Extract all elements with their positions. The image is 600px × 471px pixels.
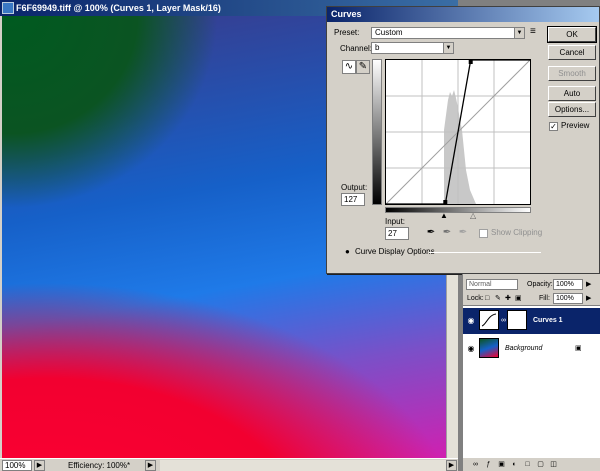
horizontal-scrollbar[interactable] xyxy=(160,460,446,471)
auto-button[interactable]: Auto xyxy=(548,86,596,101)
channel-label: Channel: xyxy=(340,44,373,53)
preset-value: Custom xyxy=(375,28,403,37)
eye-icon[interactable]: ◉ xyxy=(466,344,476,354)
lock-image-icon[interactable]: ✎ xyxy=(495,293,501,304)
background-thumbnail xyxy=(479,338,499,358)
new-adjustment-icon[interactable]: ◐ xyxy=(508,458,521,471)
display-options-divider xyxy=(429,252,541,253)
preset-label: Preset: xyxy=(334,28,360,37)
lock-icon: ▣ xyxy=(575,345,582,352)
curve-control-point-1[interactable] xyxy=(443,200,448,204)
layer-style-icon[interactable]: ƒ xyxy=(482,458,495,471)
eye-icon[interactable]: ◉ xyxy=(466,316,476,326)
document-title: F6F69949.tiff @ 100% (Curves 1, Layer Ma… xyxy=(16,3,221,13)
output-label: Output: xyxy=(341,183,368,192)
show-clipping-label: Show Clipping xyxy=(491,228,543,237)
input-field[interactable]: 27 xyxy=(385,227,409,240)
channel-value: b xyxy=(375,43,380,52)
curves-adjustment-icon xyxy=(479,310,499,330)
expand-options-icon[interactable]: ● xyxy=(345,247,350,257)
lock-all-icon[interactable]: ▣ xyxy=(515,293,522,304)
layers-footer: ∞ ƒ ▣ ◐ □ ▢ ◫ xyxy=(463,457,600,471)
layer-row-curves-1[interactable]: ◉ ∞ Curves 1 xyxy=(463,308,600,334)
output-gradient-bar xyxy=(372,59,382,205)
opacity-arrow-icon[interactable]: ▶ xyxy=(586,279,591,290)
layer-link-icon[interactable]: ∞ xyxy=(501,315,506,326)
curves-graph-svg xyxy=(385,59,531,205)
opacity-field[interactable]: 100% xyxy=(553,279,583,290)
curves-graph[interactable] xyxy=(385,59,531,205)
link-layers-icon[interactable]: ∞ xyxy=(469,458,482,471)
new-group-icon[interactable]: □ xyxy=(521,458,534,471)
white-eyedropper-icon[interactable]: ✒ xyxy=(457,227,469,239)
input-gradient-bar xyxy=(385,207,531,213)
chevron-down-icon: ▼ xyxy=(443,43,453,53)
fill-label: Fill: xyxy=(539,295,550,302)
layers-panel: Normal Opacity: 100% ▶ Lock: □ ✎ ✚ ▣ Fil… xyxy=(462,274,600,471)
gray-eyedropper-icon[interactable]: ✒ xyxy=(441,227,453,239)
cancel-button[interactable]: Cancel xyxy=(548,45,596,60)
layer-name: Background xyxy=(505,345,543,352)
curves-dialog: Curves Preset: Custom ▼ ≡ Channel: b ▼ ∿… xyxy=(326,6,600,274)
curve-point-tool-icon[interactable]: ∿ xyxy=(342,60,356,74)
efficiency-readout: Efficiency: 100%* xyxy=(68,461,131,470)
layers-list: ◉ ∞ Curves 1 ◉ Background ▣ xyxy=(463,305,600,457)
opacity-label: Opacity: xyxy=(527,281,553,288)
show-clipping-checkbox[interactable] xyxy=(479,229,488,238)
blend-mode-select[interactable]: Normal xyxy=(466,279,518,290)
black-eyedropper-icon[interactable]: ✒ xyxy=(425,227,437,239)
fill-arrow-icon[interactable]: ▶ xyxy=(586,293,591,304)
ok-button[interactable]: OK xyxy=(547,26,597,43)
preset-options-icon[interactable]: ≡ xyxy=(530,27,536,37)
channel-select[interactable]: b ▼ xyxy=(371,42,454,54)
scroll-right-arrow-icon[interactable]: ▶ xyxy=(446,460,457,471)
layer-name: Curves 1 xyxy=(533,317,563,324)
lock-position-icon[interactable]: ✚ xyxy=(505,293,511,304)
curve-control-point-2[interactable] xyxy=(468,60,473,64)
output-field[interactable]: 127 xyxy=(341,193,365,206)
fill-field[interactable]: 100% xyxy=(553,293,583,304)
photoshop-doc-icon xyxy=(2,2,14,14)
layer-mask-thumbnail[interactable] xyxy=(507,310,527,330)
layer-row-background[interactable]: ◉ Background ▣ xyxy=(463,336,600,362)
lock-transparency-icon[interactable]: □ xyxy=(485,293,489,304)
zoom-level-field[interactable]: 100% xyxy=(2,460,32,471)
black-point-slider-icon[interactable]: ▲ xyxy=(440,211,448,221)
input-label: Input: xyxy=(385,217,406,226)
preview-checkbox[interactable]: ✓ xyxy=(549,122,558,131)
trash-icon[interactable]: ◫ xyxy=(547,458,560,471)
curves-adjustment-glyph xyxy=(481,313,497,327)
curves-dialog-title[interactable]: Curves xyxy=(327,7,599,22)
preset-select[interactable]: Custom ▼ xyxy=(371,27,525,39)
white-point-slider-icon[interactable]: △ xyxy=(470,211,476,221)
options-button[interactable]: Options... xyxy=(548,102,596,117)
status-menu-icon[interactable]: ▶ xyxy=(34,460,45,471)
curve-display-options-label[interactable]: Curve Display Options xyxy=(355,247,435,257)
status-info-arrow-icon[interactable]: ▶ xyxy=(145,460,156,471)
new-layer-icon[interactable]: ▢ xyxy=(534,458,547,471)
lock-label: Lock: xyxy=(467,295,484,302)
add-mask-icon[interactable]: ▣ xyxy=(495,458,508,471)
smooth-button[interactable]: Smooth xyxy=(548,66,596,81)
pencil-icon[interactable]: ✎ xyxy=(356,60,370,74)
preview-label: Preview xyxy=(561,121,590,130)
status-bar: 100% ▶ Efficiency: 100%* ▶ ▶ xyxy=(0,458,458,471)
chevron-down-icon: ▼ xyxy=(514,28,524,38)
